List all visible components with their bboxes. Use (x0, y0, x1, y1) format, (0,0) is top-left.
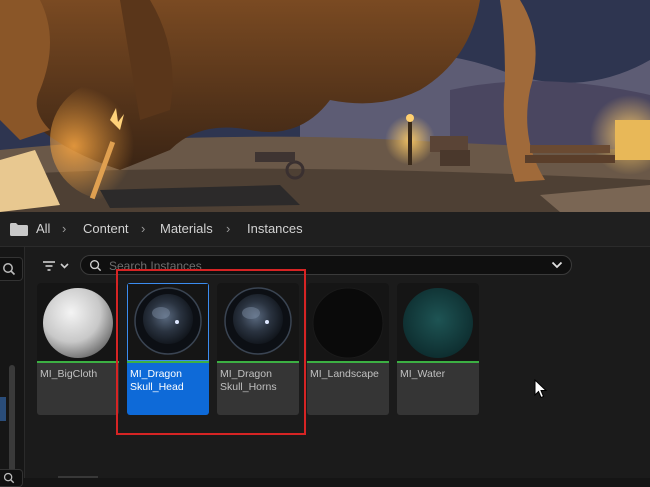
sources-search-button-secondary[interactable] (0, 469, 23, 487)
asset-name: MI_Dragon Skull_Head (130, 368, 184, 393)
asset-thumbnail (307, 283, 389, 361)
search-icon (89, 259, 102, 272)
material-sphere-icon (224, 287, 292, 355)
chevron-right-icon: › (226, 221, 231, 236)
asset-thumbnail (127, 283, 209, 361)
material-sphere-icon (403, 288, 473, 358)
folder-icon[interactable] (10, 223, 28, 236)
chevron-down-icon[interactable] (551, 260, 563, 270)
breadcrumb-content[interactable]: Content (83, 221, 129, 236)
chevron-right-icon: › (62, 221, 67, 236)
material-sphere-icon (312, 287, 384, 359)
viewport-scene (0, 0, 650, 212)
asset-type-bar (307, 361, 389, 363)
filter-button[interactable] (38, 256, 74, 276)
asset-tile-mi-dragonskull-horns[interactable]: MI_Dragon Skull_Horns (217, 283, 299, 415)
material-sphere-icon (43, 288, 113, 358)
asset-name: MI_Landscape (310, 368, 379, 380)
search-icon (3, 472, 15, 484)
asset-search-box[interactable] (80, 255, 572, 275)
level-viewport[interactable] (0, 0, 650, 212)
sources-scrollbar[interactable] (9, 365, 15, 485)
asset-tile-mi-dragonskull-head[interactable]: MI_Dragon Skull_Head (127, 283, 209, 415)
asset-thumbnail (397, 283, 479, 361)
path-breadcrumb-bar: All › Content › Materials › Instances (0, 212, 650, 247)
mouse-cursor-icon (534, 379, 548, 399)
asset-type-bar (37, 361, 119, 363)
asset-name: MI_Water (400, 368, 446, 380)
asset-tile-mi-water[interactable]: MI_Water (397, 283, 479, 415)
asset-tile-mi-bigcloth[interactable]: MI_BigCloth (37, 283, 119, 415)
breadcrumb-all[interactable]: All (36, 221, 50, 236)
asset-type-bar (127, 361, 209, 363)
search-icon (3, 263, 16, 276)
chevron-right-icon: › (141, 221, 146, 236)
breadcrumb-materials[interactable]: Materials (160, 221, 213, 236)
asset-type-bar (397, 361, 479, 363)
sources-search-button[interactable] (0, 257, 23, 281)
asset-thumbnail (37, 283, 119, 361)
asset-type-bar (217, 361, 299, 363)
breadcrumb-instances[interactable]: Instances (247, 221, 303, 236)
material-sphere-icon (134, 287, 202, 355)
status-text-fragment (58, 476, 98, 478)
asset-tile-mi-landscape[interactable]: MI_Landscape (307, 283, 389, 415)
filter-icon (43, 261, 69, 271)
sources-selected-item[interactable] (0, 397, 6, 421)
asset-name: MI_BigCloth (40, 368, 98, 380)
asset-name: MI_Dragon Skull_Horns (220, 368, 277, 393)
search-input[interactable] (107, 257, 551, 275)
asset-thumbnail (217, 283, 299, 361)
sources-panel (0, 247, 25, 487)
